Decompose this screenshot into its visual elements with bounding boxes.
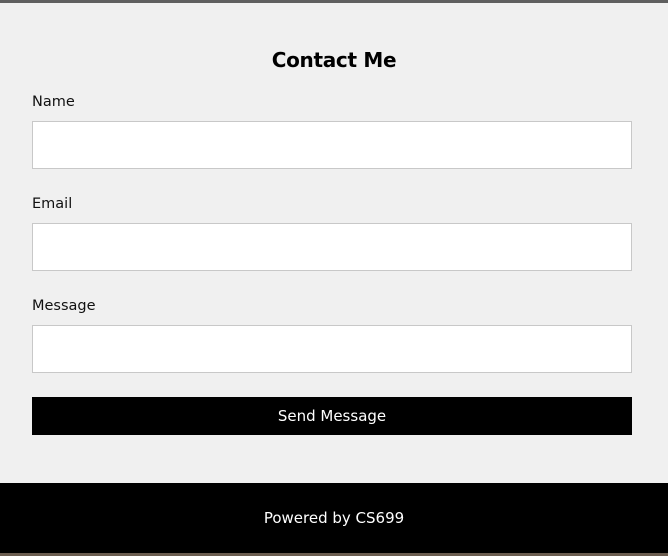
send-message-button[interactable]: Send Message — [32, 397, 632, 435]
email-input[interactable] — [32, 223, 632, 271]
message-label: Message — [32, 298, 96, 314]
footer: Powered by CS699 — [0, 483, 668, 553]
email-label: Email — [32, 196, 73, 212]
page-title: Contact Me — [271, 48, 397, 72]
contact-form: Contact Me Name Email Message Send Messa… — [0, 3, 668, 483]
message-input[interactable] — [32, 325, 632, 373]
name-input[interactable] — [32, 121, 632, 169]
name-label: Name — [32, 94, 75, 110]
footer-text: Powered by CS699 — [263, 509, 405, 527]
